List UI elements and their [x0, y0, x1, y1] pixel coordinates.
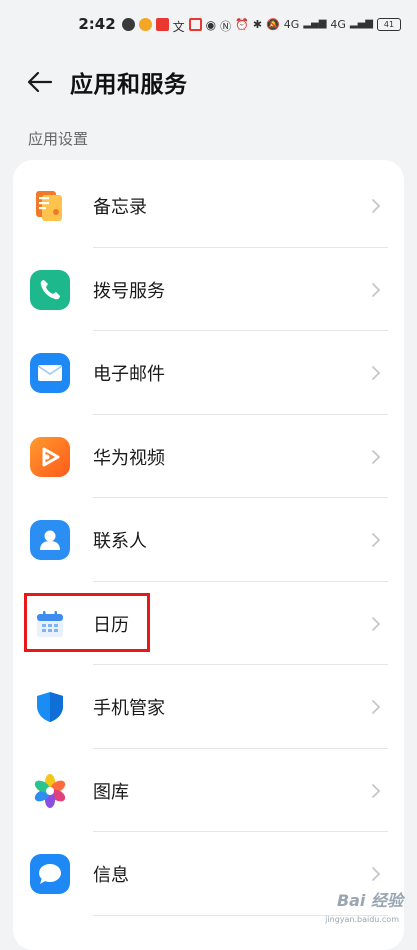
- list-item-label: 信息: [93, 864, 129, 886]
- gallery-icon: [30, 771, 70, 811]
- chevron-right-icon: [372, 616, 381, 631]
- list-item-label: 图库: [93, 781, 129, 803]
- chevron-right-icon: [372, 699, 381, 714]
- status-time: 2:42: [78, 15, 116, 33]
- chevron-right-icon: [372, 365, 381, 380]
- nfc-icon: Ⓝ: [220, 19, 232, 33]
- signal-1-label: 4G: [283, 17, 300, 31]
- app-settings-list: 备忘录 拨号服务 电子邮件 华为视频 联系人 日历 手机管家 图库 信息: [13, 160, 404, 950]
- signal-1-icon: ▂▄▆: [303, 17, 327, 29]
- status-icons: 文 ◉ Ⓝ ⏰ ✱ 🔕 4G ▂▄▆ 4G ▂▄▆ 41: [121, 17, 401, 34]
- chevron-right-icon: [372, 198, 381, 213]
- notes-icon: [30, 186, 70, 226]
- signal-2-icon: ▂▄▆: [349, 17, 373, 29]
- app-notification-icon: [121, 17, 135, 31]
- header: 应用和服务: [0, 56, 417, 108]
- watermark-text: Bai 经验: [336, 891, 403, 910]
- list-item-label: 华为视频: [93, 447, 165, 469]
- translate-icon: 文: [172, 19, 185, 34]
- list-item-dialer[interactable]: 拨号服务: [13, 248, 404, 331]
- chevron-right-icon: [372, 282, 381, 297]
- mute-icon: 🔕: [266, 17, 280, 31]
- list-item-phone-manager[interactable]: 手机管家: [13, 665, 404, 748]
- alarm-icon: ⏰: [235, 17, 249, 31]
- back-button[interactable]: [20, 62, 60, 102]
- video-icon: [30, 436, 70, 477]
- red-square-icon: [188, 17, 202, 31]
- message-icon: [30, 853, 70, 894]
- mail-icon: [30, 352, 70, 393]
- page-title: 应用和服务: [70, 72, 188, 98]
- app-badge-icon: [155, 17, 169, 31]
- bluetooth-icon: ✱: [252, 17, 263, 31]
- list-item-gallery[interactable]: 图库: [13, 749, 404, 832]
- chevron-right-icon: [372, 866, 381, 881]
- phone-icon: [30, 269, 70, 310]
- contacts-icon: [30, 519, 70, 560]
- shield-icon: [30, 687, 70, 727]
- list-item-label: 联系人: [93, 530, 147, 552]
- chevron-right-icon: [372, 449, 381, 464]
- watermark-sub: jingyan.baidu.com: [325, 915, 399, 924]
- chevron-right-icon: [372, 532, 381, 547]
- list-item-label: 备忘录: [93, 196, 147, 218]
- list-item-label: 手机管家: [93, 697, 165, 719]
- list-item-contacts[interactable]: 联系人: [13, 498, 404, 581]
- battery-icon: 41: [377, 17, 401, 31]
- signal-2-label: 4G: [330, 17, 346, 31]
- list-item-label: 拨号服务: [93, 280, 165, 302]
- list-item-label: 电子邮件: [93, 363, 165, 385]
- back-arrow-icon: [27, 71, 53, 93]
- section-label: 应用设置: [28, 130, 89, 148]
- chevron-right-icon: [372, 783, 381, 798]
- weibo-icon: [138, 17, 152, 31]
- list-item-huawei-video[interactable]: 华为视频: [13, 415, 404, 498]
- eye-icon: ◉: [205, 17, 217, 32]
- highlight-box: [24, 593, 150, 652]
- list-item-email[interactable]: 电子邮件: [13, 331, 404, 414]
- status-bar: 2:42 文 ◉ Ⓝ ⏰ ✱ 🔕 4G ▂▄▆ 4G ▂▄▆ 41: [0, 0, 417, 48]
- list-item-notes[interactable]: 备忘录: [13, 164, 404, 247]
